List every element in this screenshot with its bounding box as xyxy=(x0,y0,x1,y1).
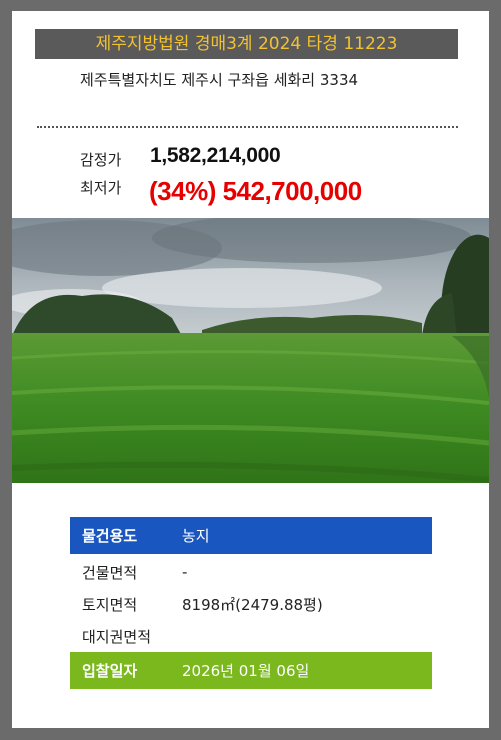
bid-date-row: 입찰일자 2026년 01월 06일 xyxy=(70,652,432,689)
land-right-label: 대지권면적 xyxy=(82,627,152,646)
property-details: 물건용도 농지 건물면적 - 토지면적 8198㎡(2479.88평) 대지권면… xyxy=(70,517,432,689)
bid-date-label: 입찰일자 xyxy=(82,662,138,680)
building-area-row: 건물면적 - xyxy=(70,556,432,588)
usage-label: 물건용도 xyxy=(82,527,138,545)
minimum-price-label: 최저가 xyxy=(80,179,122,197)
land-area-label: 토지면적 xyxy=(82,595,138,614)
minimum-price-value: (34%) 542,700,000 xyxy=(149,176,362,206)
building-area-label: 건물면적 xyxy=(82,563,138,582)
appraisal-value: 1,582,214,000 xyxy=(150,144,281,167)
usage-row: 물건용도 농지 xyxy=(70,517,432,554)
bid-date-value: 2026년 01월 06일 xyxy=(182,662,310,680)
land-area-row: 토지면적 8198㎡(2479.88평) xyxy=(70,588,432,620)
dotted-divider xyxy=(37,126,458,128)
property-photo xyxy=(12,218,489,483)
appraisal-label: 감정가 xyxy=(80,151,122,169)
building-area-value: - xyxy=(182,563,188,581)
land-right-row: 대지권면적 xyxy=(70,620,432,652)
usage-value: 농지 xyxy=(182,527,210,545)
auction-card: 제주지방법원 경매3계 2024 타경 11223 제주특별자치도 제주시 구좌… xyxy=(12,11,489,728)
land-area-value: 8198㎡(2479.88평) xyxy=(182,595,323,614)
property-address: 제주특별자치도 제주시 구좌읍 세화리 3334 xyxy=(80,71,359,89)
case-title: 제주지방법원 경매3계 2024 타경 11223 xyxy=(35,29,458,59)
